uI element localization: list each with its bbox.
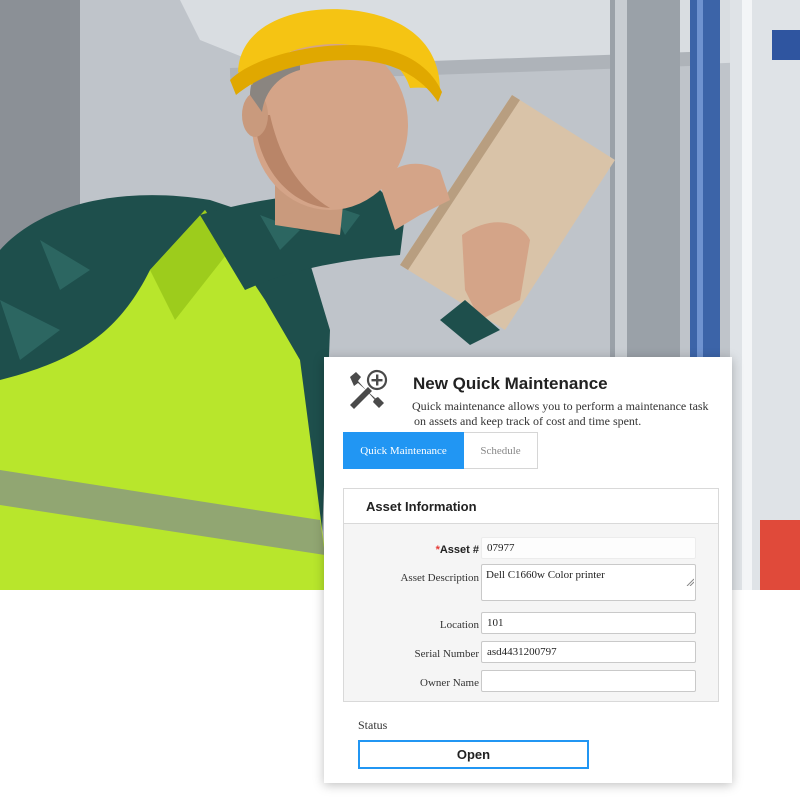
asset-description-field[interactable]: Dell C1660w Color printer	[481, 564, 696, 601]
location-field[interactable]	[481, 612, 696, 634]
new-quick-maintenance-card: New Quick Maintenance Quick maintenance …	[324, 357, 732, 783]
tab-quick-maintenance[interactable]: Quick Maintenance	[343, 432, 464, 469]
page-description: Quick maintenance allows you to perform …	[412, 399, 712, 429]
status-select-button[interactable]: Open	[358, 740, 589, 769]
owner-name-field[interactable]	[481, 670, 696, 692]
description-line-2: on assets and keep track of cost and tim…	[414, 414, 642, 428]
serial-number-label: Serial Number	[414, 648, 479, 660]
panel-title: Asset Information	[366, 498, 477, 514]
tab-bar: Quick Maintenance Schedule	[343, 432, 538, 469]
asset-description-label: Asset Description	[400, 572, 479, 584]
asset-number-field[interactable]	[481, 537, 696, 559]
wrench-plus-icon	[350, 369, 388, 409]
asset-number-label: *Asset #	[436, 544, 479, 556]
resize-grip-icon[interactable]	[686, 578, 694, 586]
status-label: Status	[358, 718, 388, 732]
asset-number-label-text: Asset #	[439, 544, 479, 556]
panel-header: Asset Information	[344, 489, 718, 524]
tab-schedule[interactable]: Schedule	[464, 432, 538, 469]
asset-information-panel: Asset Information *Asset # Asset Descrip…	[343, 488, 719, 702]
location-label: Location	[439, 619, 479, 631]
serial-number-field[interactable]	[481, 641, 696, 663]
page-title: New Quick Maintenance	[413, 374, 608, 393]
description-line-1: Quick maintenance allows you to perform …	[412, 399, 709, 413]
owner-name-label: Owner Name	[420, 677, 479, 689]
